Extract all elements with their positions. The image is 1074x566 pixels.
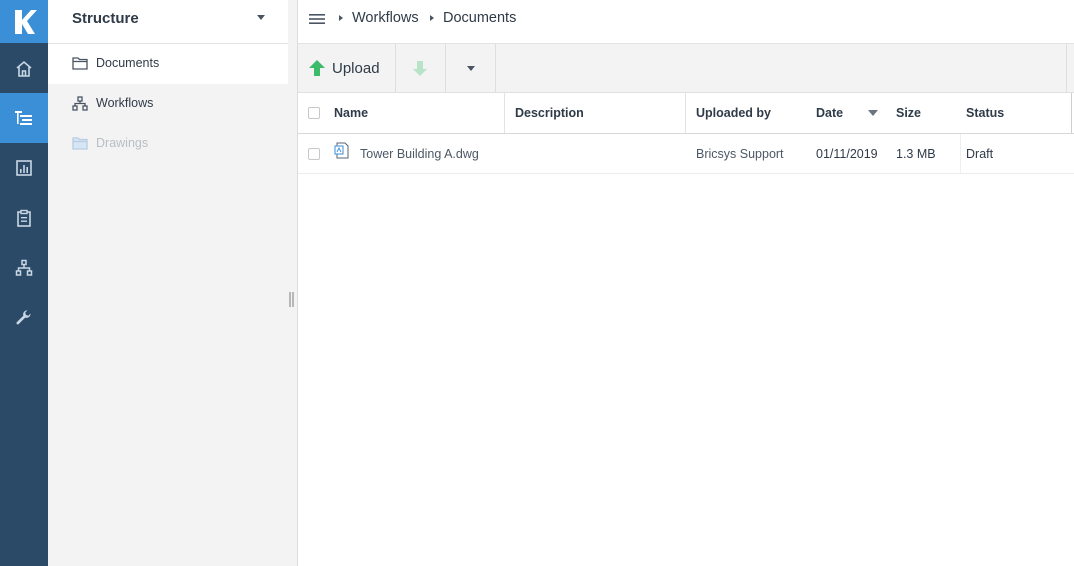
- download-arrow-icon: [413, 61, 427, 76]
- bricsys-logo-icon: [15, 9, 37, 34]
- rail-reports[interactable]: [0, 143, 48, 193]
- workflow-icon: [72, 96, 88, 111]
- row-checkbox[interactable]: [308, 148, 320, 160]
- cell-status: Draft: [966, 146, 994, 161]
- upload-arrow-icon: [309, 60, 325, 76]
- table-header: Name Description Uploaded by Date Size S…: [298, 93, 1074, 134]
- structure-title: Structure: [72, 10, 139, 27]
- column-header-status[interactable]: Status: [956, 93, 1066, 133]
- column-divider[interactable]: [1071, 93, 1072, 133]
- structure-panel-header: Structure: [48, 0, 288, 44]
- chevron-down-icon: [467, 66, 475, 71]
- dwg-file-icon: [334, 142, 349, 159]
- structure-icon: [15, 111, 32, 125]
- bricsys-logo[interactable]: [0, 0, 48, 43]
- top-bar: Workflows Documents: [298, 0, 1074, 44]
- hamburger-menu-icon[interactable]: [308, 12, 326, 26]
- column-divider: [960, 134, 961, 173]
- rail-tasks[interactable]: [0, 193, 48, 243]
- folder-icon: [72, 57, 88, 70]
- tree-item-drawings[interactable]: Drawings: [48, 124, 288, 164]
- select-all-checkbox[interactable]: [308, 107, 320, 119]
- folder-icon: [72, 137, 88, 150]
- tree-item-label: Drawings: [96, 136, 149, 150]
- tree-item-label: Workflows: [96, 96, 154, 110]
- toolbar-separator: [1066, 44, 1067, 92]
- tree-item-label: Documents: [96, 56, 160, 70]
- clipboard-icon: [17, 209, 31, 227]
- chart-icon: [16, 160, 32, 176]
- rail-home[interactable]: [0, 44, 48, 94]
- cell-name[interactable]: Tower Building A.dwg: [360, 134, 505, 173]
- column-header-uploaded-by[interactable]: Uploaded by: [686, 93, 806, 133]
- download-button[interactable]: [412, 44, 428, 92]
- breadcrumb-arrow-icon: [430, 15, 434, 21]
- wrench-icon: [16, 310, 31, 325]
- breadcrumb-documents[interactable]: Documents: [443, 10, 516, 26]
- chevron-down-icon[interactable]: [256, 13, 266, 21]
- toolbar: Upload: [298, 44, 1074, 93]
- home-icon: [16, 60, 32, 77]
- cell-uploaded-by: Bricsys Support: [696, 146, 784, 161]
- column-header-name[interactable]: Name: [324, 93, 504, 133]
- cell-description: [515, 134, 685, 173]
- tree-item-documents[interactable]: Documents: [48, 44, 288, 84]
- upload-label: Upload: [332, 59, 380, 77]
- cell-size: 1.3 MB: [896, 146, 936, 161]
- more-actions-dropdown[interactable]: [466, 44, 476, 92]
- breadcrumb-workflows[interactable]: Workflows: [352, 10, 419, 26]
- workflow-icon: [15, 259, 33, 276]
- column-header-date-label: Date: [816, 106, 844, 120]
- rail-structure[interactable]: [0, 93, 48, 143]
- rail-workflows[interactable]: [0, 243, 48, 293]
- column-header-date[interactable]: Date: [806, 93, 886, 133]
- app-rail: [0, 0, 48, 566]
- toolbar-separator: [495, 44, 496, 92]
- panel-resize-handle[interactable]: [289, 292, 295, 307]
- sort-descending-icon[interactable]: [868, 109, 878, 117]
- toolbar-separator: [395, 44, 396, 92]
- cell-date: 01/11/2019: [816, 146, 878, 161]
- tree-item-workflows[interactable]: Workflows: [48, 84, 288, 124]
- table-row[interactable]: Tower Building A.dwg Bricsys Support 01/…: [298, 134, 1074, 174]
- structure-panel: Structure Documents Workflows Drawings: [48, 0, 298, 566]
- column-header-description[interactable]: Description: [505, 93, 685, 133]
- column-header-size[interactable]: Size: [886, 93, 956, 133]
- upload-button[interactable]: Upload: [308, 44, 380, 92]
- toolbar-separator: [445, 44, 446, 92]
- breadcrumb-arrow-icon: [339, 15, 343, 21]
- rail-tools[interactable]: [0, 293, 48, 343]
